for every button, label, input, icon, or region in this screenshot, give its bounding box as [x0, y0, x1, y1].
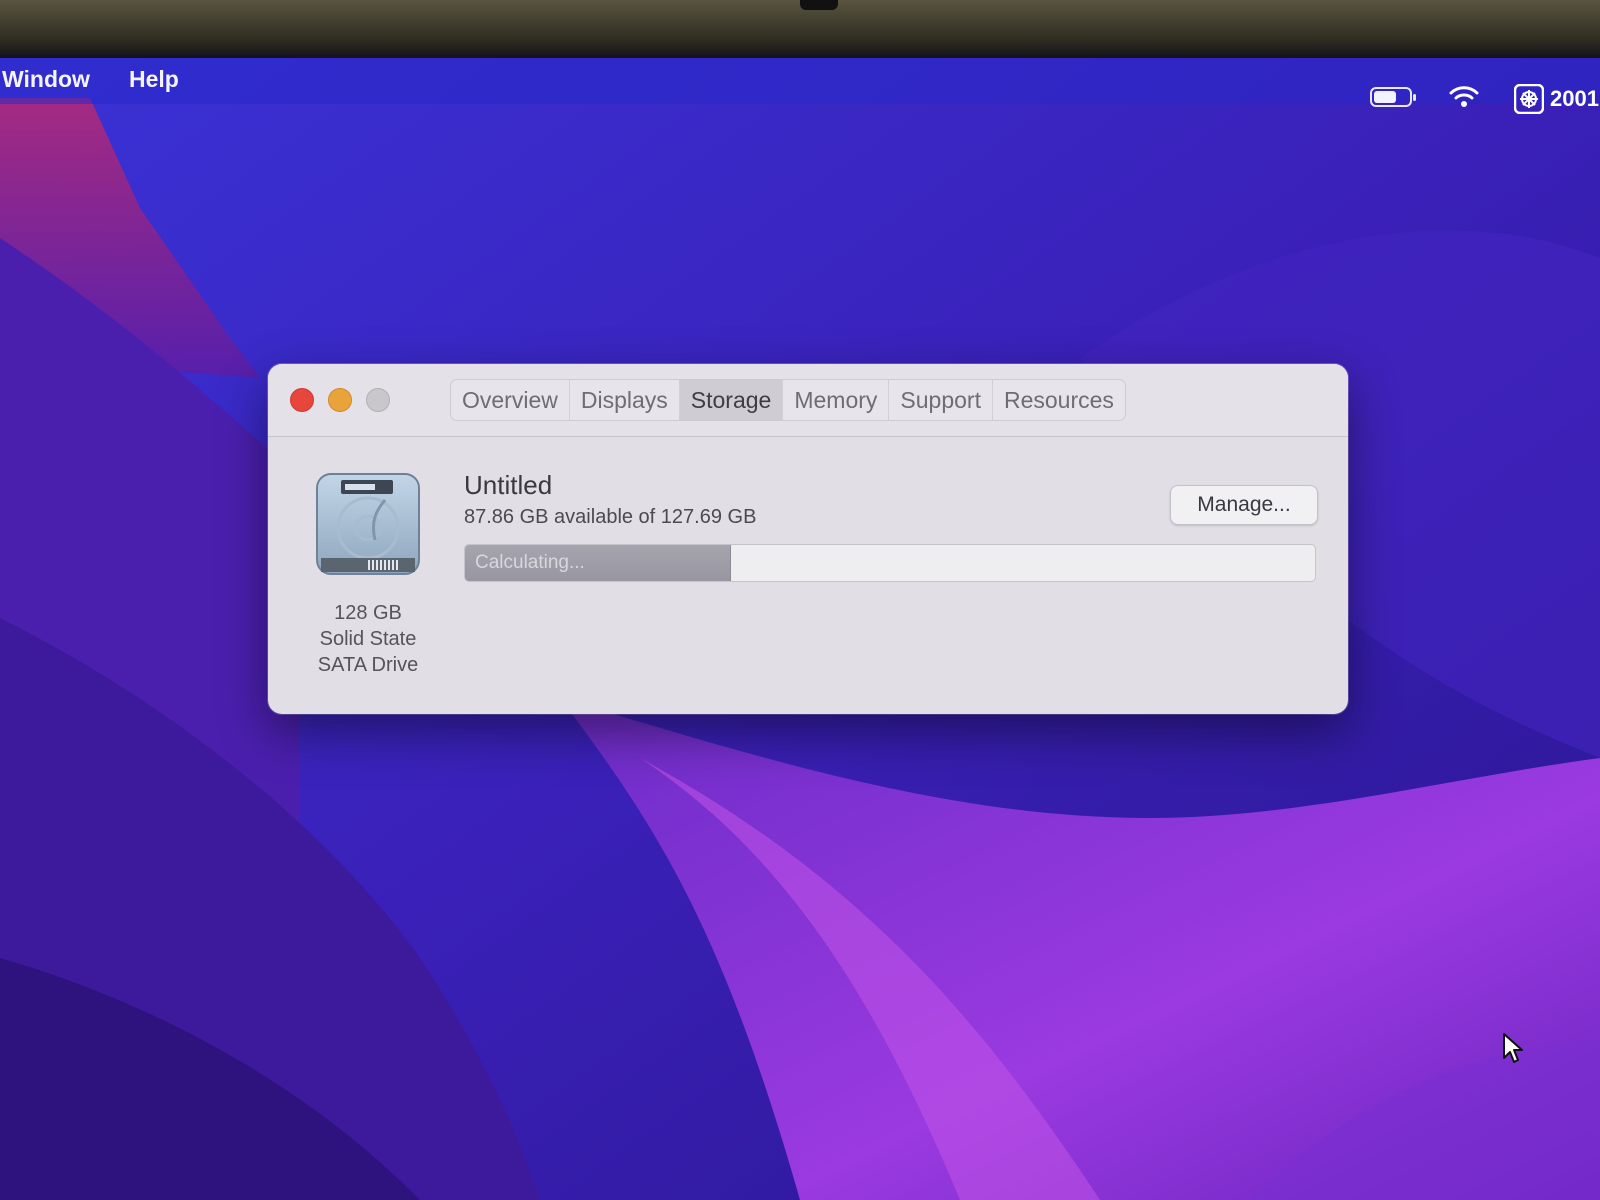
about-this-mac-window: Overview Displays Storage Memory Support… [268, 364, 1348, 714]
monitor-bezel [0, 0, 1600, 58]
menu-window[interactable]: Window [2, 66, 90, 93]
zoom-button [366, 388, 390, 412]
close-button[interactable] [290, 388, 314, 412]
storage-usage-bar: Calculating... [464, 544, 1316, 582]
battery-icon[interactable] [1370, 86, 1418, 110]
volume-name: Untitled [464, 470, 553, 500]
camera-notch [800, 0, 838, 10]
mouse-pointer-icon [1503, 1033, 1523, 1063]
storage-bar-label: Calculating... [475, 552, 585, 573]
menu-bar: Window Help [0, 58, 1600, 104]
tab-resources[interactable]: Resources [993, 380, 1125, 420]
minimize-button[interactable] [328, 388, 352, 412]
hard-drive-icon [316, 473, 420, 575]
tab-displays[interactable]: Displays [570, 380, 680, 420]
disk-type: Solid State [319, 628, 417, 650]
menubar-clock[interactable]: 2001 [1550, 86, 1599, 112]
tab-support[interactable]: Support [889, 380, 993, 420]
manage-button[interactable]: Manage... [1170, 485, 1318, 525]
tab-bar: Overview Displays Storage Memory Support… [450, 379, 1126, 421]
volume-availability: 87.86 GB available of 127.69 GB [464, 506, 757, 528]
control-center-icon[interactable] [1514, 84, 1544, 114]
disk-interface: SATA Drive [317, 654, 419, 676]
tab-memory[interactable]: Memory [783, 380, 890, 420]
wifi-icon[interactable] [1449, 84, 1479, 110]
menu-help[interactable]: Help [129, 66, 179, 93]
disk-capacity: 128 GB [334, 602, 402, 624]
tab-storage[interactable]: Storage [679, 380, 784, 420]
tab-overview[interactable]: Overview [451, 380, 570, 420]
screen: Window Help 2001 Overview Displays Stora… [0, 0, 1600, 1200]
window-titlebar[interactable]: Overview Displays Storage Memory Support… [268, 364, 1348, 437]
